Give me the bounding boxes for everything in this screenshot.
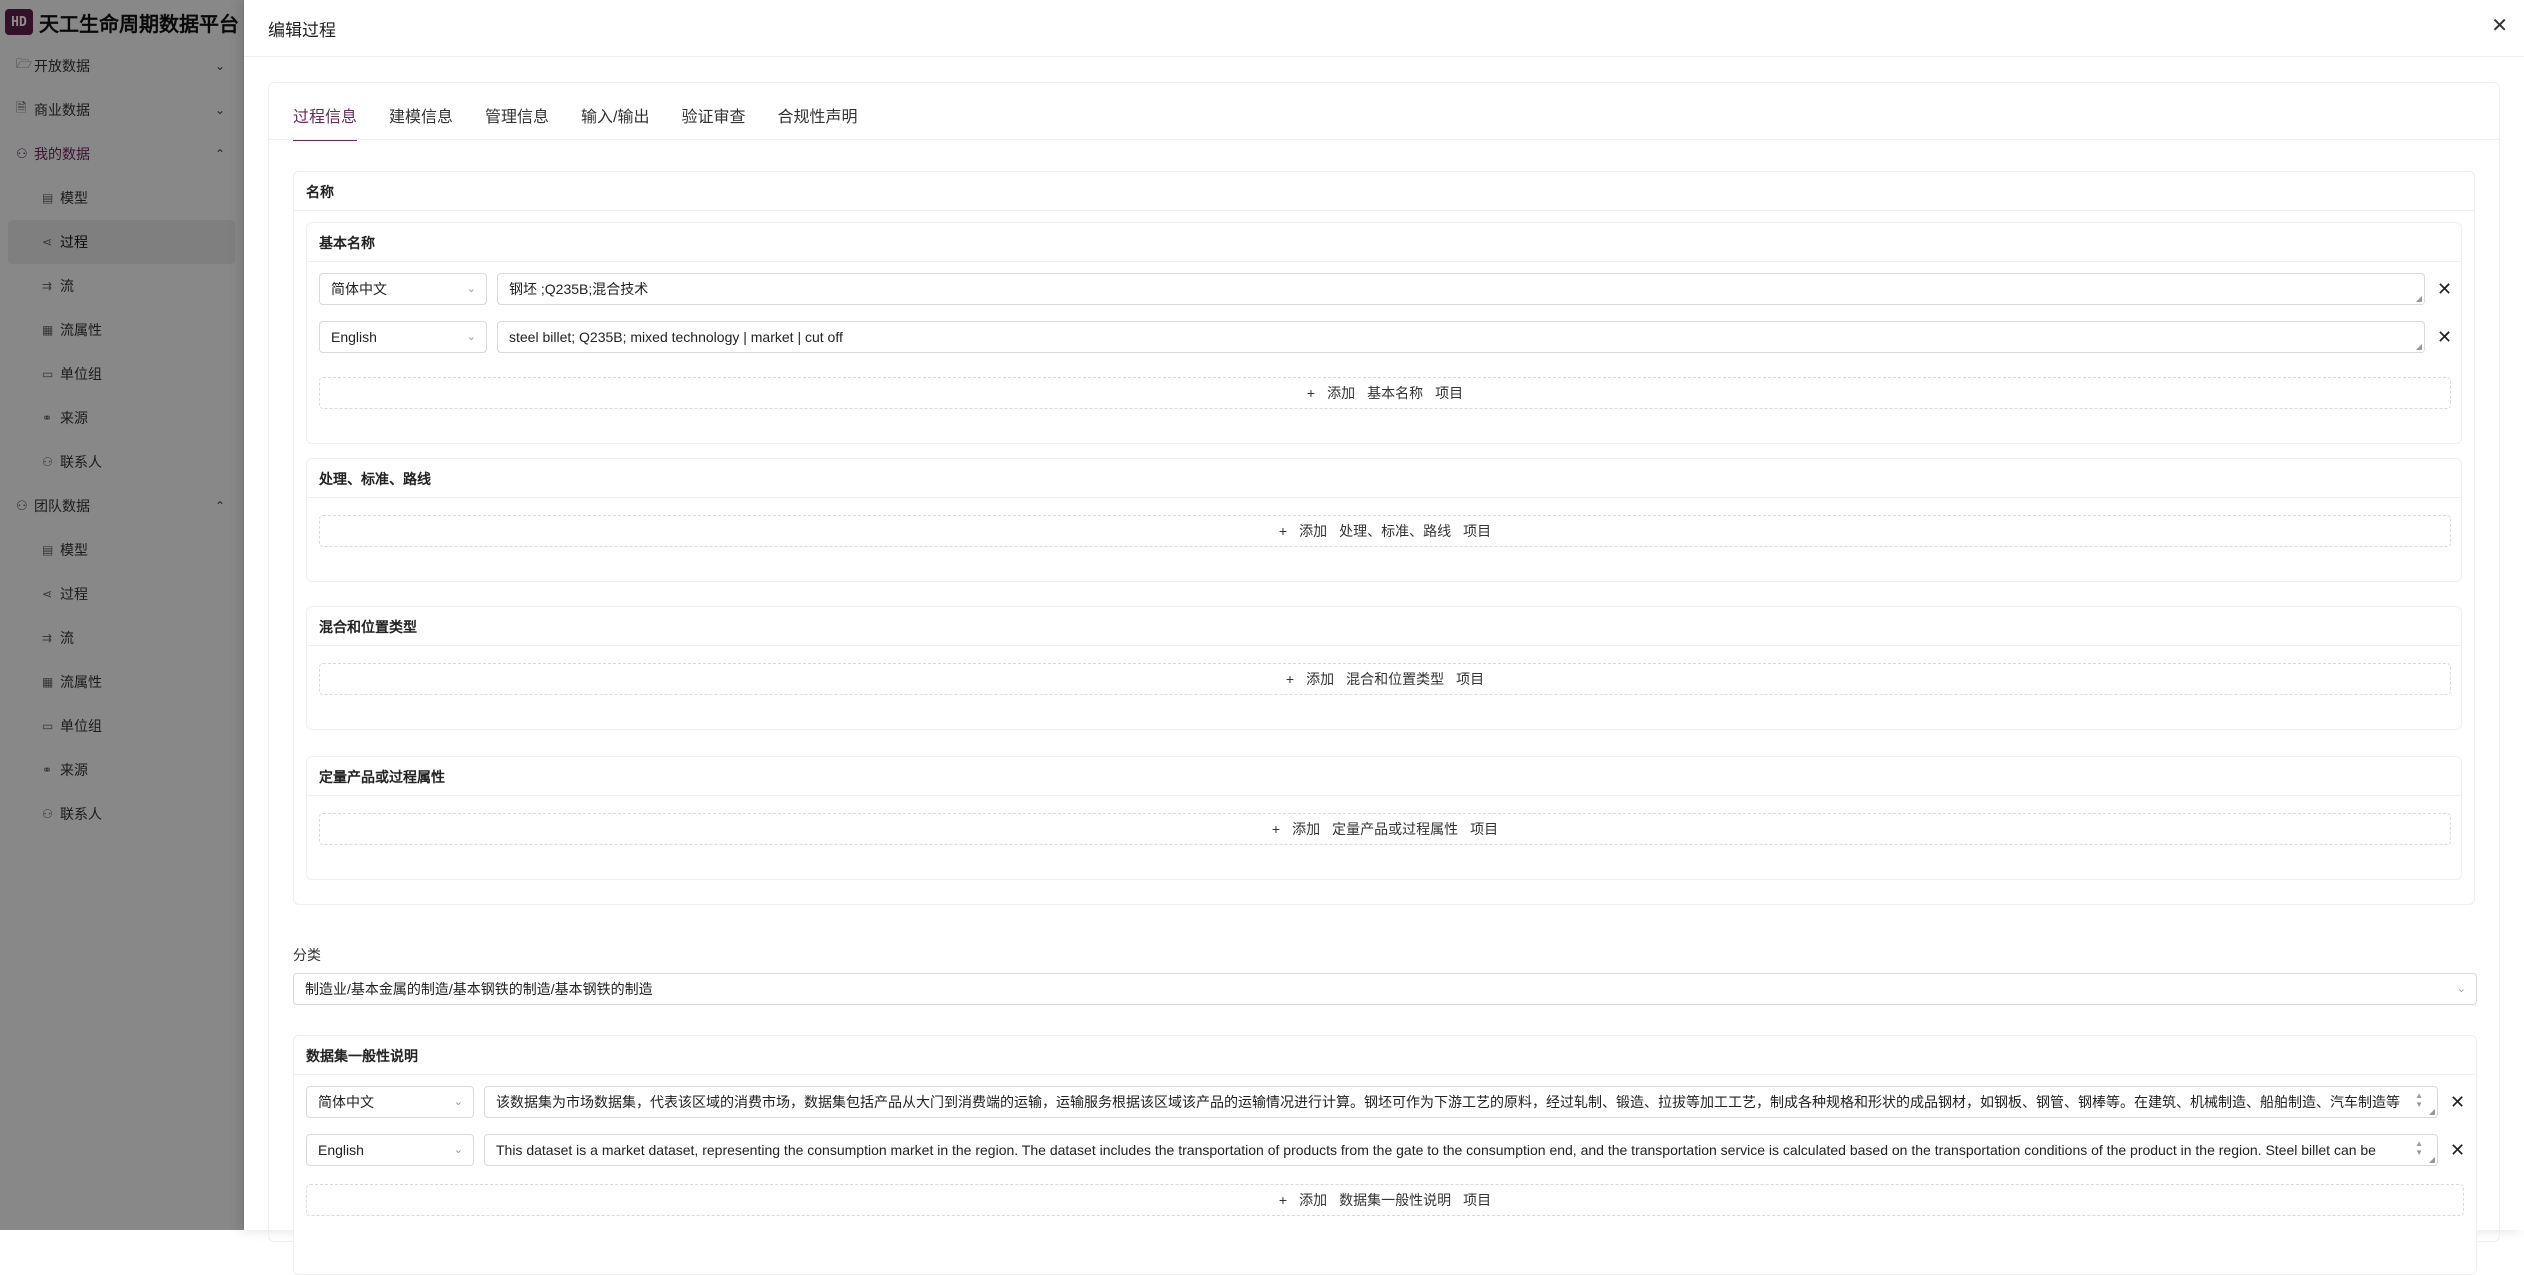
general-comment-input[interactable]: 该数据集为市场数据集，代表该区域的消费市场，数据集包括产品从大门到消费端的运输，…	[484, 1086, 2438, 1118]
remove-row-icon[interactable]: ✕	[2450, 1141, 2465, 1159]
remove-row-icon[interactable]: ✕	[2437, 280, 2452, 298]
plus-icon: +	[1285, 671, 1295, 687]
plus-icon: +	[1306, 385, 1316, 401]
classification-label: 分类	[293, 947, 321, 963]
add-suffix: 项目	[1463, 1192, 1492, 1208]
plus-icon: +	[1278, 1192, 1288, 1208]
language-value: English	[318, 1142, 364, 1158]
add-treatment-button[interactable]: + 添加 处理、标准、路线 项目	[319, 515, 2451, 547]
treatment-section: 处理、标准、路线 + 添加 处理、标准、路线 项目	[306, 458, 2462, 582]
add-label: 添加	[1306, 671, 1335, 687]
add-target: 数据集一般性说明	[1339, 1192, 1452, 1208]
remove-row-icon[interactable]: ✕	[2437, 328, 2452, 346]
basic-name-section: 基本名称 简体中文 ⌄ 钢坯 ;Q235B;混合技术 ◢ ✕ English ⌄…	[306, 222, 2462, 444]
quant-props-section: 定量产品或过程属性 + 添加 定量产品或过程属性 项目	[306, 756, 2462, 880]
general-comment-title: 数据集一般性说明	[306, 1048, 418, 1064]
basic-name-title: 基本名称	[319, 235, 375, 251]
add-general-comment-button[interactable]: + 添加 数据集一般性说明 项目	[306, 1184, 2464, 1216]
basic-name-input[interactable]: 钢坯 ;Q235B;混合技术 ◢	[497, 273, 2425, 305]
add-label: 添加	[1299, 1192, 1328, 1208]
chevron-down-icon: ⌄	[466, 331, 476, 343]
tab-process-info[interactable]: 过程信息	[293, 103, 358, 141]
add-suffix: 项目	[1435, 385, 1464, 401]
divider	[307, 261, 2461, 262]
divider	[307, 795, 2461, 796]
tab-inputs-outputs[interactable]: 输入/输出	[581, 103, 649, 139]
tab-validation[interactable]: 验证审查	[682, 103, 746, 139]
process-form-card: 过程信息 建模信息 管理信息 输入/输出 验证审查 合规性声明 名称 基本名称 …	[268, 82, 2500, 1275]
drawer-title: 编辑过程	[268, 21, 336, 40]
classification-value: 制造业/基本金属的制造/基本钢铁的制造/基本钢铁的制造	[305, 981, 653, 997]
close-icon[interactable]: ✕	[2491, 13, 2508, 38]
chevron-down-icon: ⌄	[2456, 983, 2466, 995]
classification-select[interactable]: 制造业/基本金属的制造/基本钢铁的制造/基本钢铁的制造 ⌄	[293, 973, 2477, 1005]
quant-props-title: 定量产品或过程属性	[319, 769, 445, 785]
remove-row-icon[interactable]: ✕	[2450, 1093, 2465, 1111]
resize-handle-icon[interactable]: ◢	[2416, 295, 2422, 303]
tab-compliance[interactable]: 合规性声明	[778, 103, 858, 139]
edit-process-drawer: 编辑过程 ✕ 过程信息 建模信息 管理信息 输入/输出 验证审查 合规性声明 名…	[244, 0, 2524, 1275]
chevron-down-icon: ⌄	[453, 1144, 463, 1156]
chevron-down-icon: ⌄	[453, 1096, 463, 1108]
chevron-down-icon: ⌄	[466, 283, 476, 295]
tab-bar: 过程信息 建模信息 管理信息 输入/输出 验证审查 合规性声明	[293, 103, 890, 141]
resize-handle-icon[interactable]: ◢	[2429, 1156, 2435, 1164]
divider	[294, 210, 2474, 211]
mix-location-section: 混合和位置类型 + 添加 混合和位置类型 项目	[306, 606, 2462, 730]
resize-handle-icon[interactable]: ◢	[2416, 343, 2422, 351]
basic-name-input[interactable]: steel billet; Q235B; mixed technology | …	[497, 321, 2425, 353]
divider	[294, 1074, 2476, 1075]
add-suffix: 项目	[1470, 821, 1499, 837]
basic-name-value: 钢坯 ;Q235B;混合技术	[509, 281, 649, 297]
scroll-arrows-icon[interactable]: ▲ ▼	[2415, 1091, 2423, 1109]
language-select[interactable]: English ⌄	[319, 321, 487, 353]
treatment-title: 处理、标准、路线	[319, 471, 431, 487]
language-value: 简体中文	[331, 281, 387, 297]
language-value: English	[331, 329, 377, 345]
modal-mask[interactable]	[0, 0, 244, 1230]
tab-admin-info[interactable]: 管理信息	[485, 103, 549, 139]
add-target: 基本名称	[1367, 385, 1424, 401]
add-target: 定量产品或过程属性	[1332, 821, 1459, 837]
add-mix-location-button[interactable]: + 添加 混合和位置类型 项目	[319, 663, 2451, 695]
general-comment-value: This dataset is a market dataset, repres…	[496, 1142, 2376, 1158]
drawer-header: 编辑过程 ✕	[244, 0, 2524, 57]
tab-modeling-info[interactable]: 建模信息	[389, 103, 453, 139]
plus-icon: +	[1278, 523, 1288, 539]
name-section-title: 名称	[306, 184, 334, 200]
resize-handle-icon[interactable]: ◢	[2429, 1108, 2435, 1116]
general-comment-input[interactable]: This dataset is a market dataset, repres…	[484, 1134, 2438, 1166]
add-suffix: 项目	[1456, 671, 1485, 687]
add-target: 处理、标准、路线	[1339, 523, 1452, 539]
add-target: 混合和位置类型	[1346, 671, 1445, 687]
divider	[307, 645, 2461, 646]
name-section: 名称 基本名称 简体中文 ⌄ 钢坯 ;Q235B;混合技术 ◢ ✕ Englis…	[293, 171, 2475, 905]
add-suffix: 项目	[1463, 523, 1492, 539]
add-basic-name-button[interactable]: + 添加 基本名称 项目	[319, 377, 2451, 409]
scroll-arrows-icon[interactable]: ▲ ▼	[2415, 1139, 2423, 1157]
language-select[interactable]: 简体中文 ⌄	[306, 1086, 474, 1118]
add-label: 添加	[1327, 385, 1356, 401]
basic-name-value: steel billet; Q235B; mixed technology | …	[509, 329, 843, 345]
general-comment-section: 数据集一般性说明 简体中文 ⌄ 该数据集为市场数据集，代表该区域的消费市场，数据…	[293, 1035, 2477, 1275]
tab-divider	[269, 139, 2499, 140]
plus-icon: +	[1271, 821, 1281, 837]
divider	[307, 497, 2461, 498]
mix-location-title: 混合和位置类型	[319, 619, 417, 635]
language-value: 简体中文	[318, 1094, 374, 1110]
add-label: 添加	[1299, 523, 1328, 539]
language-select[interactable]: 简体中文 ⌄	[319, 273, 487, 305]
add-quant-props-button[interactable]: + 添加 定量产品或过程属性 项目	[319, 813, 2451, 845]
add-label: 添加	[1292, 821, 1321, 837]
general-comment-value: 该数据集为市场数据集，代表该区域的消费市场，数据集包括产品从大门到消费端的运输，…	[496, 1094, 2400, 1110]
language-select[interactable]: English ⌄	[306, 1134, 474, 1166]
